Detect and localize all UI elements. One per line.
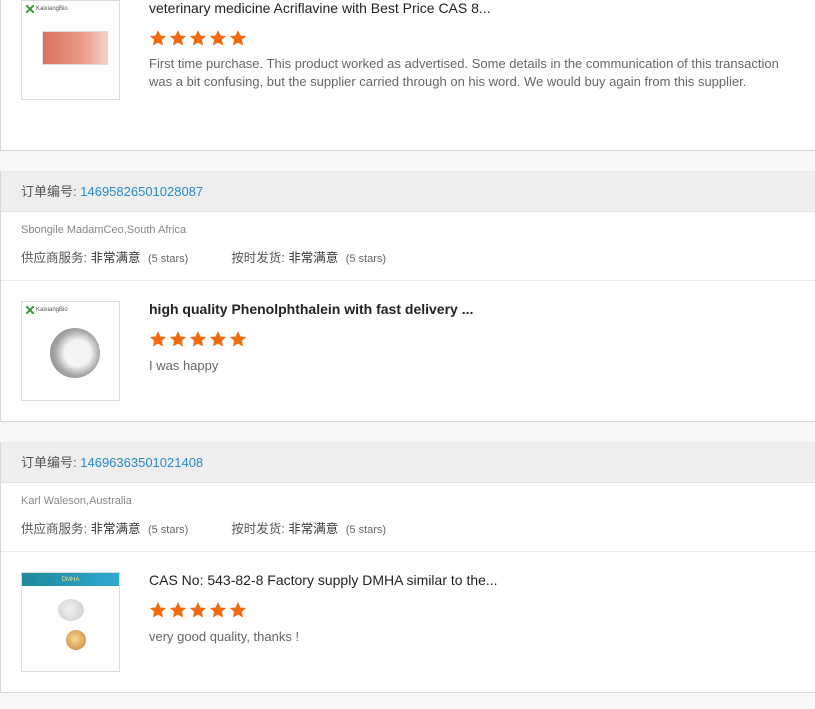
brand-text: KaixiangBio: [36, 307, 68, 313]
star-icon: [229, 30, 247, 46]
buyer-info: Sbongile MadamCeo,South Africa: [21, 224, 187, 236]
star-icon: [229, 602, 247, 618]
review-text: I was happy: [149, 358, 219, 373]
star-rating: [149, 601, 247, 619]
product-title[interactable]: veterinary medicine Acriflavine with Bes…: [149, 0, 491, 16]
product-image-2: [66, 630, 86, 650]
review-card-3: 订单编号: 14696363501021408 Karl Waleson,Aus…: [0, 442, 815, 693]
star-icon: [169, 331, 187, 347]
star-icon: [209, 331, 227, 347]
product-banner: DMHA: [22, 573, 119, 586]
order-number-label: 订单编号:: [21, 455, 77, 470]
banner-text: DMHA: [61, 576, 80, 583]
review-card-2: 订单编号: 14695826501028087 Sbongile MadamCe…: [0, 171, 815, 422]
product-image: [58, 599, 84, 621]
star-icon: [229, 331, 247, 347]
buyer-info: Karl Waleson,Australia: [21, 495, 132, 507]
on-time-stars: (5 stars): [345, 524, 387, 536]
review-card-1: KaixiangBio veterinary medicine Acriflav…: [0, 0, 815, 151]
supplier-service-label: 供应商服务:: [21, 251, 87, 265]
star-icon: [209, 602, 227, 618]
divider: [1, 280, 815, 281]
service-ratings: 供应商服务: 非常满意 (5 stars) 按时发货: 非常满意 (5 star…: [21, 247, 386, 266]
product-thumbnail[interactable]: KaixiangBio: [21, 0, 120, 100]
order-header: 订单编号: 14695826501028087: [1, 171, 815, 212]
order-number-link[interactable]: 14695826501028087: [80, 184, 203, 199]
star-icon: [209, 30, 227, 46]
supplier-service-label: 供应商服务:: [21, 522, 87, 536]
star-rating: [149, 29, 247, 47]
star-icon: [189, 30, 207, 46]
star-icon: [149, 331, 167, 347]
product-title[interactable]: high quality Phenolphthalein with fast d…: [149, 301, 473, 317]
order-number-link[interactable]: 14696363501021408: [80, 455, 203, 470]
divider: [1, 551, 815, 552]
brand-text: KaixiangBio: [36, 6, 68, 12]
review-text: very good quality, thanks !: [149, 629, 300, 644]
on-time-label: 按时发货:: [231, 522, 285, 536]
on-time-value: 非常满意: [288, 522, 339, 536]
star-icon: [169, 30, 187, 46]
product-image: [50, 328, 100, 378]
star-icon: [149, 602, 167, 618]
order-number-label: 订单编号:: [21, 184, 77, 199]
star-rating: [149, 330, 247, 348]
supplier-service-value: 非常满意: [90, 251, 141, 265]
on-time-stars: (5 stars): [345, 253, 387, 265]
on-time-value: 非常满意: [288, 251, 339, 265]
supplier-service-value: 非常满意: [90, 522, 141, 536]
order-header: 订单编号: 14696363501021408: [1, 442, 815, 483]
star-icon: [169, 602, 187, 618]
product-title[interactable]: CAS No: 543-82-8 Factory supply DMHA sim…: [149, 572, 498, 588]
star-icon: [149, 30, 167, 46]
service-ratings: 供应商服务: 非常满意 (5 stars) 按时发货: 非常满意 (5 star…: [21, 518, 386, 537]
review-text: First time purchase. This product worked…: [149, 56, 779, 89]
product-thumbnail[interactable]: DMHA: [21, 572, 120, 672]
brand-logo: KaixiangBio: [26, 5, 68, 13]
brand-logo: KaixiangBio: [26, 306, 68, 314]
on-time-label: 按时发货:: [231, 251, 285, 265]
product-image: [42, 31, 108, 65]
star-icon: [189, 331, 207, 347]
product-thumbnail[interactable]: KaixiangBio: [21, 301, 120, 401]
supplier-service-stars: (5 stars): [147, 253, 189, 265]
star-icon: [189, 602, 207, 618]
supplier-service-stars: (5 stars): [147, 524, 189, 536]
